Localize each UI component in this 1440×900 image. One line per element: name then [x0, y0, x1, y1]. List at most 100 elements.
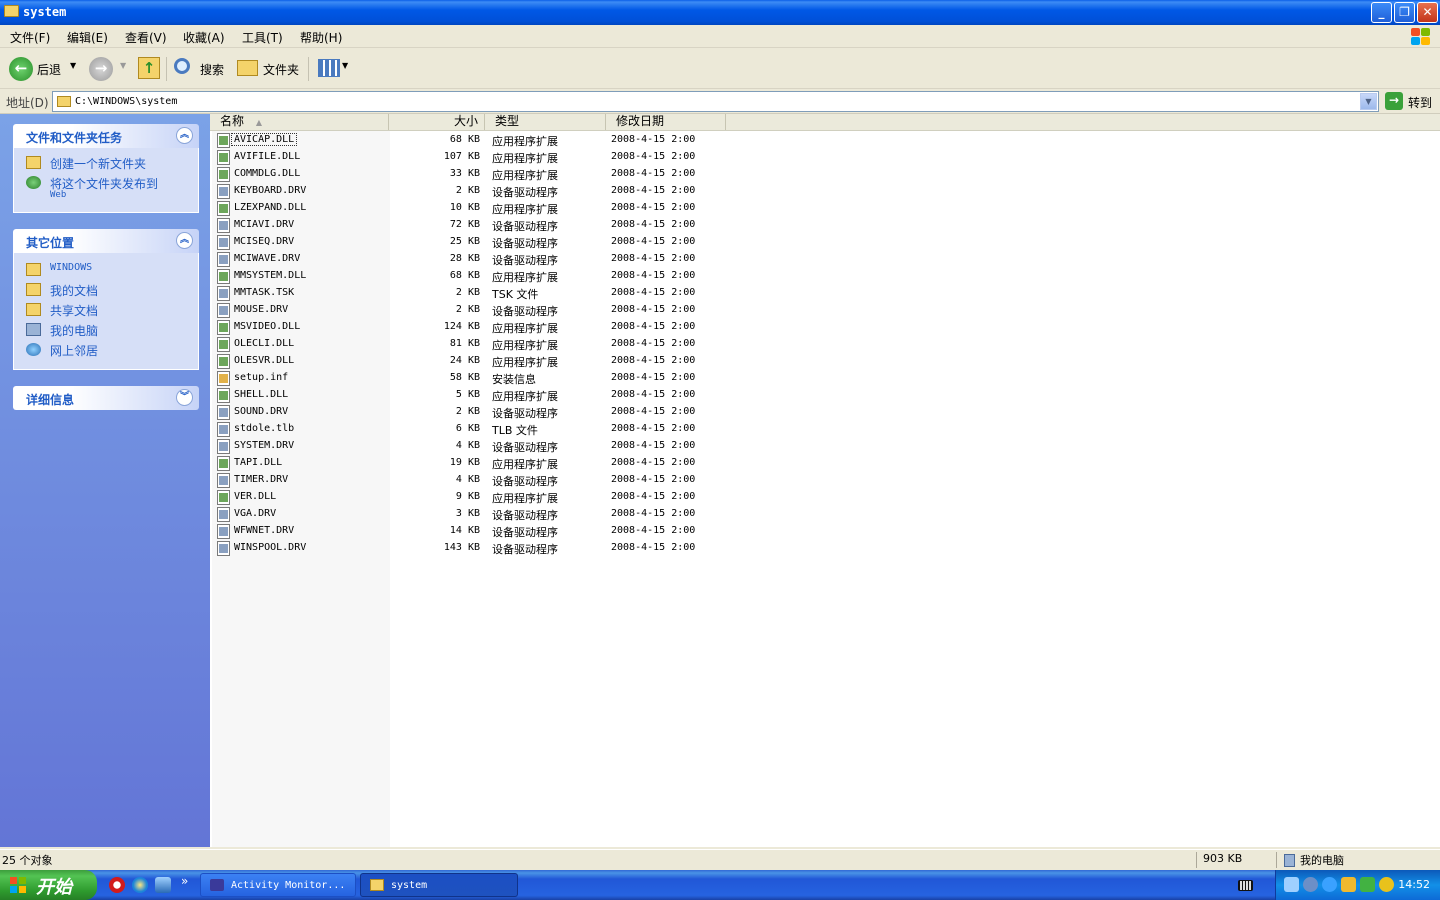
go-button[interactable]: 转到 [1408, 94, 1432, 111]
file-row[interactable]: MSVIDEO.DLL 124 KB 应用程序扩展 2008-4-15 2:00 [210, 319, 1440, 336]
file-name[interactable]: SYSTEM.DRV [232, 440, 296, 451]
place-label[interactable]: 共享文档 [50, 302, 98, 319]
file-name[interactable]: MMTASK.TSK [232, 287, 296, 298]
column-type[interactable]: 类型 [485, 114, 606, 130]
file-row[interactable]: LZEXPAND.DLL 10 KB 应用程序扩展 2008-4-15 2:00 [210, 200, 1440, 217]
place-label[interactable]: WINDOWS [50, 262, 92, 273]
file-name[interactable]: MMSYSTEM.DLL [232, 270, 308, 281]
restore-button[interactable]: ❐ [1394, 2, 1415, 23]
search-tray-icon[interactable] [1303, 877, 1318, 892]
file-tasks-header[interactable]: 文件和文件夹任务 ︽ [13, 124, 199, 148]
file-name[interactable]: stdole.tlb [232, 423, 296, 434]
file-name[interactable]: SHELL.DLL [232, 389, 290, 400]
file-name[interactable]: AVIFILE.DLL [232, 151, 302, 162]
file-row[interactable]: KEYBOARD.DRV 2 KB 设备驱动程序 2008-4-15 2:00 [210, 183, 1440, 200]
file-name[interactable]: MCIWAVE.DRV [232, 253, 302, 264]
views-dropdown-icon[interactable]: ▼ [342, 61, 348, 70]
file-row[interactable]: VER.DLL 9 KB 应用程序扩展 2008-4-15 2:00 [210, 489, 1440, 506]
file-name[interactable]: AVICAP.DLL [230, 133, 298, 146]
file-row[interactable]: setup.inf 58 KB 安装信息 2008-4-15 2:00 [210, 370, 1440, 387]
views-icon[interactable] [318, 59, 340, 77]
place-label[interactable]: 我的文档 [50, 282, 98, 299]
file-name[interactable]: setup.inf [232, 372, 290, 383]
menu-favorites[interactable]: 收藏(A) [183, 29, 225, 46]
up-folder-icon[interactable]: ↑ [138, 57, 160, 79]
quick-launch-more[interactable]: » [181, 874, 188, 888]
column-name[interactable]: 名称 ▲ [210, 114, 389, 130]
connection-tray-icon[interactable] [1360, 877, 1375, 892]
address-value[interactable]: C:\WINDOWS\system [75, 96, 177, 107]
minimize-button[interactable]: _ [1371, 2, 1392, 23]
file-name[interactable]: WFWNET.DRV [232, 525, 296, 536]
folders-button[interactable]: 文件夹 [263, 61, 299, 78]
collapse-icon[interactable]: ︽ [176, 232, 193, 249]
file-row[interactable]: TIMER.DRV 4 KB 设备驱动程序 2008-4-15 2:00 [210, 472, 1440, 489]
menu-file[interactable]: 文件(F) [10, 29, 50, 46]
file-row[interactable]: MCIWAVE.DRV 28 KB 设备驱动程序 2008-4-15 2:00 [210, 251, 1440, 268]
security-shield-icon[interactable] [155, 877, 171, 893]
menu-view[interactable]: 查看(V) [125, 29, 167, 46]
ie-tray-icon[interactable] [1322, 877, 1337, 892]
file-row[interactable]: MMTASK.TSK 2 KB TSK 文件 2008-4-15 2:00 [210, 285, 1440, 302]
network-tray-icon[interactable] [1284, 877, 1299, 892]
file-row[interactable]: SYSTEM.DRV 4 KB 设备驱动程序 2008-4-15 2:00 [210, 438, 1440, 455]
start-button[interactable]: 开始 [0, 870, 97, 900]
file-row[interactable]: WFWNET.DRV 14 KB 设备驱动程序 2008-4-15 2:00 [210, 523, 1440, 540]
shield-tray-icon[interactable] [1379, 877, 1394, 892]
taskbar-button-system[interactable]: system [360, 873, 518, 897]
forward-dropdown-icon[interactable]: ▼ [120, 61, 126, 70]
file-row[interactable]: MMSYSTEM.DLL 68 KB 应用程序扩展 2008-4-15 2:00 [210, 268, 1440, 285]
keyboard-icon[interactable] [1238, 880, 1253, 891]
column-size[interactable]: 大小 [389, 114, 485, 130]
folders-icon[interactable] [237, 60, 258, 76]
address-dropdown-icon[interactable]: ▼ [1360, 93, 1377, 110]
file-name[interactable]: MSVIDEO.DLL [232, 321, 302, 332]
place-label[interactable]: 我的电脑 [50, 322, 98, 339]
file-row[interactable]: AVICAP.DLL 68 KB 应用程序扩展 2008-4-15 2:00 [210, 132, 1440, 149]
go-arrow-icon[interactable]: → [1385, 92, 1403, 110]
file-row[interactable]: WINSPOOL.DRV 143 KB 设备驱动程序 2008-4-15 2:00 [210, 540, 1440, 557]
file-list[interactable]: 名称 ▲ 大小 类型 修改日期 AVICAP.DLL 68 KB 应用程序扩展 200… [210, 114, 1440, 847]
file-name[interactable]: TIMER.DRV [232, 474, 290, 485]
other-places-header[interactable]: 其它位置 ︽ [13, 229, 199, 253]
file-name[interactable]: OLESVR.DLL [232, 355, 296, 366]
internet-explorer-icon[interactable] [132, 877, 148, 893]
place-label[interactable]: 网上邻居 [50, 342, 98, 359]
file-row[interactable]: SOUND.DRV 2 KB 设备驱动程序 2008-4-15 2:00 [210, 404, 1440, 421]
file-row[interactable]: TAPI.DLL 19 KB 应用程序扩展 2008-4-15 2:00 [210, 455, 1440, 472]
file-row[interactable]: stdole.tlb 6 KB TLB 文件 2008-4-15 2:00 [210, 421, 1440, 438]
file-name[interactable]: WINSPOOL.DRV [232, 542, 308, 553]
taskbar-button-activity-monitor[interactable]: Activity Monitor... [200, 873, 356, 897]
back-arrow-icon[interactable]: ← [9, 57, 33, 81]
file-name[interactable]: COMMDLG.DLL [232, 168, 302, 179]
file-name[interactable]: VER.DLL [232, 491, 278, 502]
title-bar[interactable]: system _ ❐ ✕ [0, 0, 1440, 25]
volume-tray-icon[interactable] [1341, 877, 1356, 892]
file-name[interactable]: TAPI.DLL [232, 457, 284, 468]
address-input[interactable]: C:\WINDOWS\system ▼ [52, 91, 1379, 112]
task-sublabel[interactable]: Web [50, 190, 66, 200]
back-button[interactable]: 后退 [37, 61, 61, 78]
details-header[interactable]: 详细信息 ︾ [13, 386, 199, 410]
file-name[interactable]: OLECLI.DLL [232, 338, 296, 349]
file-name[interactable]: MCIAVI.DRV [232, 219, 296, 230]
file-row[interactable]: MOUSE.DRV 2 KB 设备驱动程序 2008-4-15 2:00 [210, 302, 1440, 319]
file-row[interactable]: MCISEQ.DRV 25 KB 设备驱动程序 2008-4-15 2:00 [210, 234, 1440, 251]
opera-icon[interactable] [109, 877, 125, 893]
collapse-icon[interactable]: ︽ [176, 127, 193, 144]
file-name[interactable]: MCISEQ.DRV [232, 236, 296, 247]
file-row[interactable]: OLECLI.DLL 81 KB 应用程序扩展 2008-4-15 2:00 [210, 336, 1440, 353]
column-modified[interactable]: 修改日期 [606, 114, 726, 130]
file-name[interactable]: KEYBOARD.DRV [232, 185, 308, 196]
file-name[interactable]: VGA.DRV [232, 508, 278, 519]
task-label[interactable]: 创建一个新文件夹 [50, 155, 146, 172]
file-name[interactable]: LZEXPAND.DLL [232, 202, 308, 213]
file-name[interactable]: MOUSE.DRV [232, 304, 290, 315]
file-row[interactable]: OLESVR.DLL 24 KB 应用程序扩展 2008-4-15 2:00 [210, 353, 1440, 370]
expand-icon[interactable]: ︾ [176, 389, 193, 406]
menu-help[interactable]: 帮助(H) [300, 29, 342, 46]
clock[interactable]: 14:52 [1398, 878, 1430, 891]
file-row[interactable]: SHELL.DLL 5 KB 应用程序扩展 2008-4-15 2:00 [210, 387, 1440, 404]
file-row[interactable]: AVIFILE.DLL 107 KB 应用程序扩展 2008-4-15 2:00 [210, 149, 1440, 166]
file-row[interactable]: VGA.DRV 3 KB 设备驱动程序 2008-4-15 2:00 [210, 506, 1440, 523]
